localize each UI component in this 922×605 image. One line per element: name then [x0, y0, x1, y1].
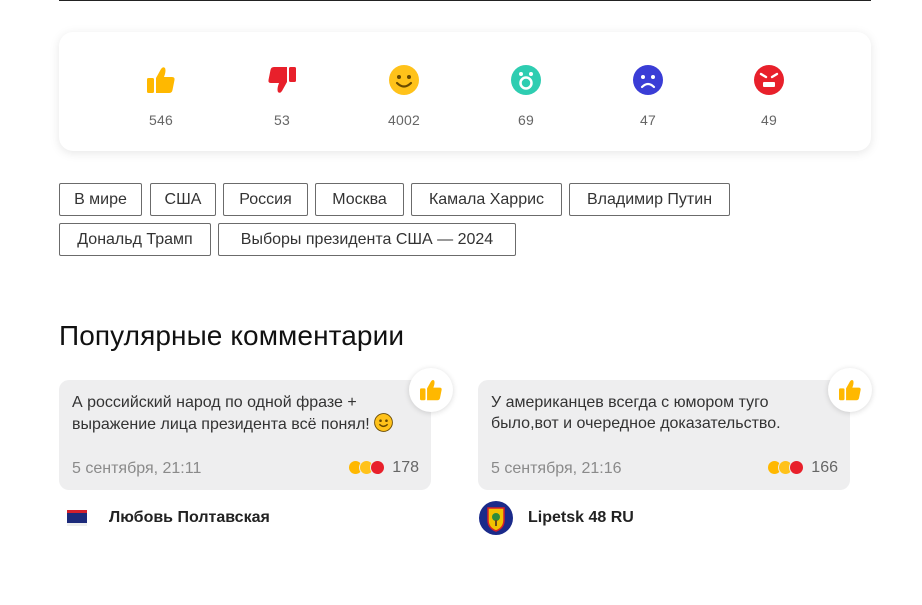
reaction-sad[interactable]: 47	[608, 63, 688, 133]
comment-date: 5 сентября, 21:16	[491, 460, 622, 477]
smile-icon	[374, 413, 394, 438]
comment-text: А российский народ по одной фразе + выра…	[72, 392, 412, 438]
reaction-count: 4002	[388, 112, 420, 128]
tag-kamala-harris[interactable]: Камала Харрис	[411, 183, 562, 216]
author-name: Lipetsk 48 RU	[528, 509, 634, 526]
coat-of-arms-avatar	[478, 500, 514, 536]
comment-bubble[interactable]: У американцев всегда с юмором туго было,…	[478, 368, 872, 490]
comment-card: У американцев всегда с юмором туго было,…	[478, 368, 872, 535]
reaction-surprised[interactable]: 69	[486, 63, 566, 133]
tag-usa[interactable]: США	[150, 183, 216, 216]
smile-icon	[387, 63, 421, 97]
tag-vladimir-putin[interactable]: Владимир Путин	[569, 183, 730, 216]
reactions-total: 166	[811, 459, 838, 476]
tag-russia[interactable]: Россия	[223, 183, 308, 216]
thumbs-up-icon	[420, 379, 442, 401]
thumbs-down-icon	[265, 63, 299, 97]
surprised-icon	[509, 63, 543, 97]
thumbs-down-icon	[370, 460, 385, 475]
tag-us-election-2024[interactable]: Выборы президента США — 2024	[218, 223, 516, 256]
reaction-count: 47	[640, 112, 656, 128]
tag-v-mire[interactable]: В мире	[59, 183, 142, 216]
comment-text: У американцев всегда с юмором туго было,…	[491, 394, 781, 432]
reactions-total: 178	[392, 459, 419, 476]
comment-date: 5 сентября, 21:11	[72, 460, 202, 477]
comment-card: А российский народ по одной фразе + выра…	[59, 368, 453, 526]
popular-comments-title: Популярные комментарии	[59, 320, 405, 351]
comment-author[interactable]: Lipetsk 48 RU	[478, 500, 634, 536]
sad-icon	[631, 63, 665, 97]
top-divider	[59, 0, 871, 1]
reaction-angry[interactable]: 49	[729, 63, 809, 133]
reaction-like[interactable]: 546	[121, 63, 201, 133]
comment-bubble[interactable]: А российский народ по одной фразе + выра…	[59, 368, 453, 490]
tag-donald-trump[interactable]: Дональд Трамп	[59, 223, 211, 256]
comment-author[interactable]: Любовь Полтавская	[59, 500, 270, 536]
mini-reactions	[348, 460, 385, 475]
reaction-count: 69	[518, 112, 534, 128]
thumbs-up-icon	[144, 63, 178, 97]
reaction-count: 546	[149, 112, 173, 128]
thumbs-up-icon	[839, 379, 861, 401]
mini-reactions	[767, 460, 804, 475]
reaction-count: 53	[274, 112, 290, 128]
reactions-panel: 546 53 4002 69 47 49	[59, 32, 871, 151]
like-button[interactable]	[409, 368, 453, 412]
reaction-smile[interactable]: 4002	[364, 63, 444, 133]
thumbs-down-icon	[789, 460, 804, 475]
comment-body: А российский народ по одной фразе + выра…	[72, 394, 370, 433]
like-button[interactable]	[828, 368, 872, 412]
flag-avatar	[59, 500, 95, 536]
reaction-count: 49	[761, 112, 777, 128]
reaction-dislike[interactable]: 53	[242, 63, 322, 133]
angry-icon	[752, 63, 786, 97]
author-name: Любовь Полтавская	[109, 509, 270, 526]
tag-moscow[interactable]: Москва	[315, 183, 404, 216]
